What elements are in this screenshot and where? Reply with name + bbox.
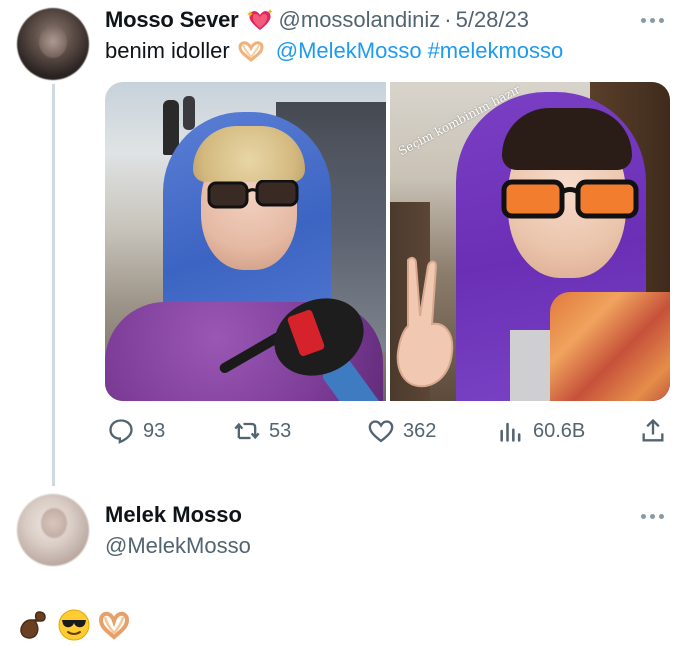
sunglasses-face-icon bbox=[58, 609, 90, 641]
heart-hands-icon bbox=[238, 41, 264, 62]
photo-background-person bbox=[183, 96, 195, 130]
tweet-media[interactable]: Seçim kombinim hazır bbox=[105, 82, 670, 401]
more-options-icon[interactable] bbox=[641, 18, 664, 23]
pointing-hand-icon bbox=[20, 611, 46, 639]
photo-hair bbox=[193, 126, 305, 182]
photo-hair bbox=[501, 108, 632, 170]
views-count: 60.6B bbox=[533, 419, 586, 442]
photo-sunglasses bbox=[207, 180, 299, 209]
thread-connector-line bbox=[52, 84, 55, 486]
tweet-text-plain: benim idoller bbox=[105, 38, 230, 63]
reply-emoji-row bbox=[17, 608, 131, 642]
author-avatar[interactable] bbox=[17, 8, 89, 80]
reply-profile-handle[interactable]: @MelekMosso bbox=[105, 533, 251, 559]
like-button[interactable]: 362 bbox=[367, 415, 436, 447]
heart-hands-icon bbox=[98, 611, 130, 640]
separator-dot: · bbox=[444, 7, 452, 32]
like-count: 362 bbox=[403, 419, 437, 442]
heart-outline-icon bbox=[368, 420, 394, 443]
tweet-text: benim idoller @MelekMosso #melekmosso bbox=[105, 38, 563, 64]
views-button[interactable]: 60.6B bbox=[497, 415, 585, 447]
retweet-count: 53 bbox=[269, 419, 292, 442]
reply-button[interactable]: 93 bbox=[107, 415, 165, 447]
sparkling-heart-icon bbox=[246, 9, 272, 30]
reply-profile-avatar[interactable] bbox=[17, 494, 89, 566]
hashtag-link[interactable]: #melekmosso bbox=[428, 38, 564, 64]
media-photo-right[interactable]: Seçim kombinim hazır bbox=[389, 82, 670, 401]
photo-sunglasses bbox=[501, 179, 638, 219]
photo-sweater bbox=[549, 292, 670, 401]
reply-count: 93 bbox=[143, 419, 166, 442]
author-name[interactable]: Mosso Sever bbox=[105, 7, 239, 33]
retweet-icon bbox=[234, 422, 260, 440]
tweet-header: Mosso Sever @mossolandiniz · 5/28/23 bbox=[105, 6, 529, 34]
reply-icon bbox=[109, 419, 133, 444]
views-chart-icon bbox=[500, 422, 521, 442]
tweet-actions-bar: 93 53 362 60.6B bbox=[105, 415, 670, 447]
share-button[interactable] bbox=[639, 415, 667, 447]
media-photo-left[interactable] bbox=[105, 82, 386, 401]
tweet-date[interactable]: 5/28/23 bbox=[456, 7, 529, 33]
mention-link[interactable]: @MelekMosso bbox=[276, 38, 422, 64]
retweet-button[interactable]: 53 bbox=[233, 415, 291, 447]
photo-peace-hand bbox=[396, 256, 453, 388]
more-options-icon[interactable] bbox=[641, 514, 664, 519]
reply-profile-name[interactable]: Melek Mosso bbox=[105, 502, 242, 528]
share-icon bbox=[642, 418, 664, 442]
author-handle[interactable]: @mossolandiniz bbox=[279, 7, 441, 33]
